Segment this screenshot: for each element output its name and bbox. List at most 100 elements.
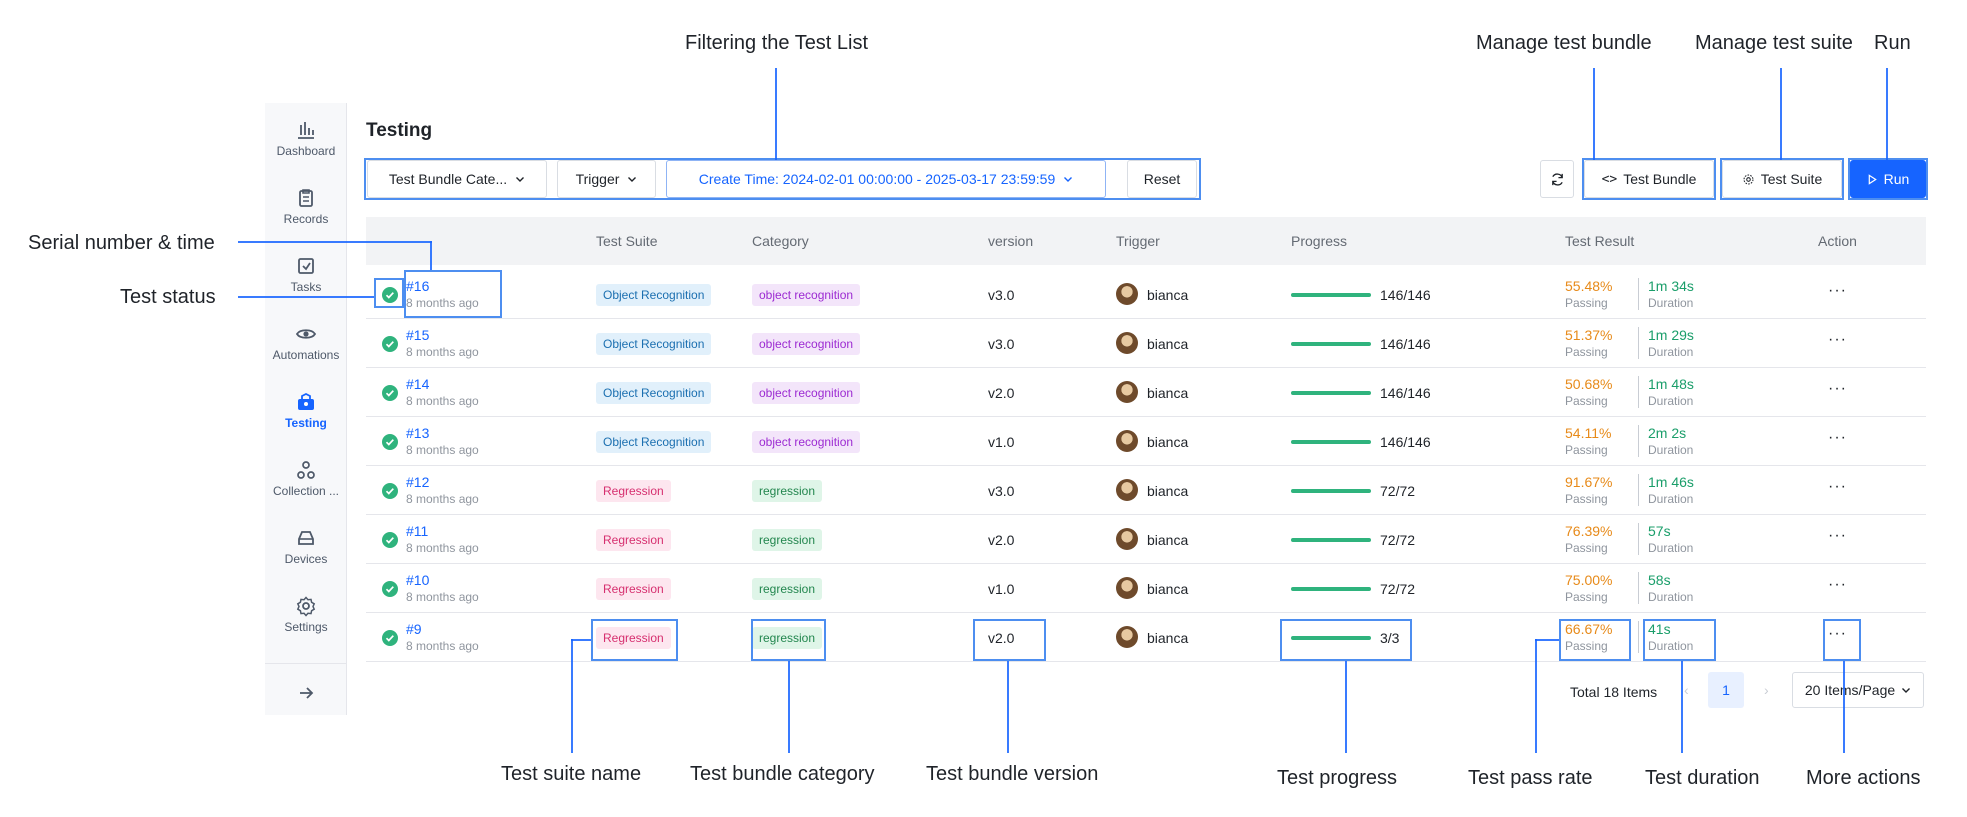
table-row[interactable]: #13 8 months ago Object Recognition obje…	[366, 417, 1926, 466]
next-page-icon[interactable]: ›	[1764, 682, 1769, 698]
serial-number-link[interactable]: #14	[406, 376, 429, 392]
run-time: 8 months ago	[406, 345, 479, 359]
sidebar-item-dashboard[interactable]: Dashboard	[265, 119, 347, 179]
category-tag: regression	[752, 529, 823, 551]
sidebar-item-testing[interactable]: Testing	[265, 391, 347, 451]
pass-rate: 75.00%	[1565, 572, 1613, 588]
pass-rate: 91.67%	[1565, 474, 1613, 490]
suite-name-highlight	[591, 619, 678, 661]
leader-line	[238, 296, 374, 298]
version-text: v3.0	[988, 287, 1015, 303]
pass-rate-label: Passing	[1565, 394, 1608, 408]
sidebar-divider	[265, 663, 347, 664]
refresh-button[interactable]	[1540, 160, 1574, 198]
category-tag: object recognition	[752, 382, 861, 404]
pass-rate: 51.37%	[1565, 327, 1613, 343]
more-actions-icon[interactable]: ···	[1828, 331, 1847, 349]
pass-rate-label: Passing	[1565, 590, 1608, 604]
bar-chart-icon	[298, 122, 314, 139]
avatar	[1116, 528, 1138, 550]
page-number[interactable]: 1	[1708, 672, 1744, 708]
pagination-total: Total 18 Items	[1570, 684, 1658, 700]
result-divider	[1638, 376, 1639, 408]
run-time: 8 months ago	[406, 590, 479, 604]
table-row[interactable]: #12 8 months ago Regression regression v…	[366, 466, 1926, 515]
duration: 1m 48s	[1648, 376, 1694, 392]
suite-tag: Object Recognition	[596, 284, 712, 306]
pass-rate-label: Passing	[1565, 541, 1608, 555]
table-row[interactable]: #16 8 months ago Object Recognition obje…	[366, 270, 1926, 319]
prev-page-icon[interactable]: ‹	[1684, 682, 1689, 698]
more-actions-icon[interactable]: ···	[1828, 478, 1847, 496]
pass-rate: 54.11%	[1565, 425, 1612, 441]
duration-label: Duration	[1648, 394, 1694, 408]
success-status-icon	[382, 385, 398, 401]
sidebar-item-tasks[interactable]: Tasks	[265, 255, 347, 315]
result-divider	[1638, 474, 1639, 506]
avatar	[1116, 479, 1138, 501]
leader-line	[1593, 68, 1595, 160]
arrow-right-icon[interactable]	[296, 683, 316, 703]
leader-line	[1007, 660, 1009, 753]
sidebar-item-settings[interactable]: Settings	[265, 595, 347, 655]
more-actions-icon[interactable]: ···	[1828, 282, 1847, 300]
result-divider	[1638, 278, 1639, 310]
callout-bundle-category: Test bundle category	[690, 763, 875, 785]
more-actions-icon[interactable]: ···	[1828, 576, 1847, 594]
version-text: v2.0	[988, 532, 1015, 548]
callout-serial-time: Serial number & time	[28, 232, 215, 254]
leader-line	[238, 241, 432, 243]
table-row[interactable]: #10 8 months ago Regression regression v…	[366, 564, 1926, 613]
page-title: Testing	[366, 120, 433, 141]
sidebar-item-collection[interactable]: Collection ...	[265, 459, 347, 519]
header-test-result: Test Result	[1565, 233, 1635, 249]
duration-label: Duration	[1648, 492, 1694, 506]
category-tag: regression	[752, 480, 823, 502]
header-action: Action	[1818, 233, 1857, 249]
sidebar-item-label: Automations	[272, 348, 340, 362]
tasks-icon	[298, 258, 314, 274]
chevron-down-icon	[1902, 688, 1911, 693]
success-status-icon	[382, 483, 398, 499]
page-size-select[interactable]: 20 Items/Page	[1792, 672, 1924, 708]
leader-line	[430, 241, 432, 271]
header-progress: Progress	[1291, 233, 1348, 249]
result-divider	[1638, 621, 1639, 653]
success-status-icon	[382, 532, 398, 548]
category-tag: object recognition	[752, 284, 861, 306]
duration-label: Duration	[1648, 541, 1694, 555]
table-row[interactable]: #15 8 months ago Object Recognition obje…	[366, 319, 1926, 368]
trigger-user: bianca	[1147, 434, 1189, 450]
serial-number-link[interactable]: #12	[406, 474, 429, 490]
result-divider	[1638, 327, 1639, 359]
serial-number-link[interactable]: #9	[406, 621, 422, 637]
more-actions-icon[interactable]: ···	[1828, 429, 1847, 447]
sidebar-item-devices[interactable]: Devices	[265, 527, 347, 587]
trigger-user: bianca	[1147, 630, 1189, 646]
sidebar-item-label: Tasks	[290, 280, 322, 294]
sidebar-item-automations[interactable]: Automations	[265, 323, 347, 383]
progress-bar	[1291, 587, 1371, 591]
run-time: 8 months ago	[406, 394, 479, 408]
duration-highlight	[1643, 619, 1716, 661]
serial-number-link[interactable]: #15	[406, 327, 429, 343]
serial-number-link[interactable]: #10	[406, 572, 429, 588]
callout-bundle-version: Test bundle version	[926, 763, 1099, 785]
more-actions-icon[interactable]: ···	[1828, 527, 1847, 545]
progress-text: 72/72	[1380, 532, 1416, 548]
serial-number-link[interactable]: #11	[406, 523, 428, 539]
run-time: 8 months ago	[406, 492, 479, 506]
table-row[interactable]: #14 8 months ago Object Recognition obje…	[366, 368, 1926, 417]
sidebar-item-records[interactable]: Records	[265, 187, 347, 247]
run-time: 8 months ago	[406, 541, 479, 555]
refresh-icon	[1551, 172, 1563, 186]
version-text: v3.0	[988, 483, 1015, 499]
serial-number-link[interactable]: #13	[406, 425, 429, 441]
duration-label: Duration	[1648, 443, 1694, 457]
table-row[interactable]: #11 8 months ago Regression regression v…	[366, 515, 1926, 564]
page-size-label: 20 Items/Page	[1804, 682, 1896, 698]
success-status-icon	[382, 434, 398, 450]
more-actions-icon[interactable]: ···	[1828, 380, 1847, 398]
leader-line	[1345, 660, 1347, 753]
progress-text: 72/72	[1380, 483, 1416, 499]
